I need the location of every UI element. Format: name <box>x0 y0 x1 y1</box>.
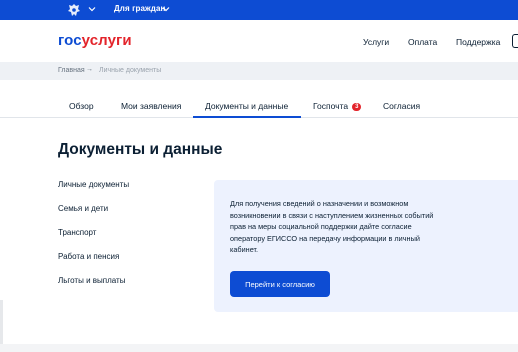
profile-icon[interactable] <box>512 34 518 48</box>
nav-support[interactable]: Поддержка <box>456 37 500 47</box>
breadcrumb-home-link[interactable]: Главная <box>58 67 85 74</box>
sidebar-item-benefits-and-payments[interactable]: Льготы и выплаты <box>58 276 125 285</box>
tab-gospochta[interactable]: Госпочта 3 <box>313 101 362 111</box>
tab-gospochta-label: Госпочта <box>313 101 349 111</box>
nav-services[interactable]: Услуги <box>363 37 389 47</box>
go-to-consent-button[interactable]: Перейти к согласию <box>230 271 330 297</box>
chevron-down-icon[interactable] <box>162 5 170 13</box>
breadcrumb-current: Личные документы <box>99 67 162 74</box>
top-bar: Для граждан <box>0 0 518 20</box>
logo-part-gos: гос <box>58 32 82 49</box>
breadcrumb-arrow-icon: → <box>86 66 93 73</box>
site-header: госуслуги Услуги Оплата Поддержка <box>0 20 518 62</box>
consent-info-panel: Для получения сведений о назначении и во… <box>214 180 518 312</box>
unread-badge: 3 <box>352 103 362 111</box>
sidebar-item-work-and-pension[interactable]: Работа и пенсия <box>58 252 119 261</box>
active-tab-indicator <box>193 116 301 118</box>
nav-payment[interactable]: Оплата <box>408 37 437 47</box>
tab-documents-and-data[interactable]: Документы и данные <box>205 101 288 111</box>
breadcrumb: Главная → Личные документы <box>0 62 518 80</box>
tab-bar: Обзор Мои заявления Документы и данные Г… <box>0 96 518 118</box>
tab-consents[interactable]: Согласия <box>383 101 420 111</box>
tab-my-applications[interactable]: Мои заявления <box>121 101 181 111</box>
gosuslugi-logo[interactable]: госуслуги <box>58 32 132 49</box>
sidebar-item-personal-documents[interactable]: Личные документы <box>58 180 129 189</box>
divider <box>0 344 518 352</box>
consent-info-text: Для получения сведений о назначении и во… <box>230 199 434 254</box>
coat-of-arms-icon[interactable] <box>66 2 82 18</box>
audience-selector[interactable]: Для граждан <box>114 4 165 13</box>
tab-overview[interactable]: Обзор <box>69 101 94 111</box>
chevron-down-icon[interactable] <box>88 5 96 13</box>
sidebar-item-family-and-children[interactable]: Семья и дети <box>58 204 108 213</box>
page-title: Документы и данные <box>58 141 223 158</box>
logo-part-uslugi: услуги <box>81 32 132 49</box>
sidebar-item-transport[interactable]: Транспорт <box>58 228 96 237</box>
